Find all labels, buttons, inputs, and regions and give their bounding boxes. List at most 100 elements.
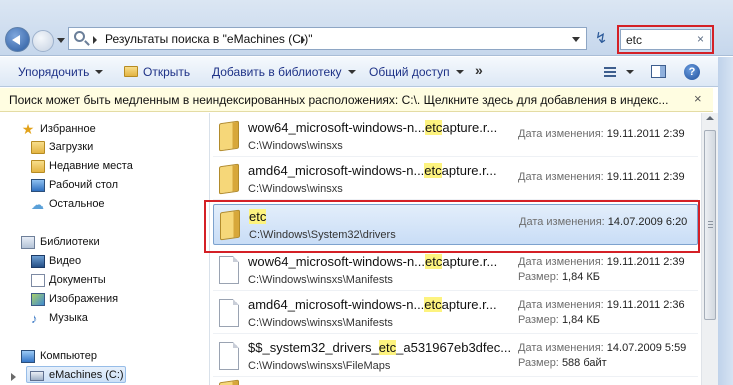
nav-computer-label: Компьютер — [40, 350, 97, 362]
desktop-icon — [31, 179, 45, 192]
result-name: $$_system32_drivers_etc_a531967eb3dfec..… — [248, 340, 512, 355]
result-path: C:\Windows\winsxs — [248, 140, 343, 152]
search-highlight-frame — [617, 25, 714, 54]
folder-open-icon — [124, 66, 138, 77]
breadcrumb[interactable]: Результаты поиска в "eMachines (C:)" — [105, 32, 313, 46]
result-path: C:\Windows\winsxs\FileMaps — [248, 360, 391, 372]
result-item[interactable]: wow64_microsoft-windows-n...etcapture.r.… — [213, 116, 698, 157]
nav-images-label: Изображения — [49, 293, 119, 305]
nav-libraries-label: Библиотеки — [40, 236, 100, 248]
open-label: Открыть — [143, 65, 191, 79]
nav-favorites[interactable]: ★ Избранное — [0, 121, 206, 138]
forward-button[interactable] — [32, 30, 54, 52]
result-size: Размер: 588 байт — [518, 357, 607, 369]
result-name: wow64_microsoft-windows-n...etcapture.r.… — [248, 120, 498, 135]
chevron-down-icon[interactable] — [626, 70, 634, 74]
result-size: Размер: 1,84 КБ — [518, 271, 601, 283]
scroll-up-icon[interactable] — [706, 116, 714, 120]
command-toolbar: Упорядочить Открыть Добавить в библиотек… — [0, 57, 733, 87]
chevron-down-icon — [347, 70, 356, 74]
nav-drive-c[interactable]: eMachines (C:) — [11, 366, 126, 383]
downloads-folder-icon — [31, 141, 45, 154]
nav-computer[interactable]: Компьютер — [0, 348, 206, 365]
video-library-icon — [31, 255, 45, 268]
back-button[interactable] — [5, 27, 30, 52]
folder-icon — [219, 120, 239, 152]
result-name: wow64_microsoft-windows-n...etcapture.r.… — [248, 254, 498, 269]
preview-pane-icon[interactable] — [651, 65, 666, 78]
share-button[interactable]: Общий доступ — [369, 65, 464, 79]
result-item[interactable]: wow64_microsoft-windows-n...etcapture.r.… — [213, 250, 698, 291]
chevron-right-icon[interactable] — [93, 36, 97, 44]
nav-downloads-label: Загрузки — [49, 141, 94, 153]
add-to-library-button[interactable]: Добавить в библиотеку — [212, 65, 356, 79]
scroll-thumb[interactable] — [704, 130, 716, 320]
add-to-library-label: Добавить в библиотеку — [212, 65, 342, 79]
result-date: Дата изменения: 19.11.2011 2:36 — [518, 299, 685, 311]
result-name: amd64_microsoft-windows-n...etcapture.r.… — [248, 163, 497, 178]
refresh-icon[interactable]: ↯ — [592, 30, 610, 48]
nav-recent-places[interactable]: Недавние места — [0, 158, 206, 175]
folder-icon — [219, 379, 239, 385]
organize-button[interactable]: Упорядочить — [18, 65, 104, 79]
result-size: Размер: 1,84 КБ — [518, 314, 601, 326]
search-icon — [74, 31, 85, 42]
nav-desktop[interactable]: Рабочий стол — [0, 177, 206, 194]
nav-other-label: Остальное — [49, 198, 105, 210]
chevron-down-icon — [95, 70, 104, 74]
navigation-pane: ★ Избранное Загрузки Недавние места Рабо… — [0, 113, 209, 385]
recent-pages-dropdown[interactable] — [57, 38, 65, 43]
cloud-icon: ☁ — [31, 197, 44, 212]
chevron-right-icon[interactable] — [301, 36, 305, 44]
window-frame — [718, 57, 733, 385]
pictures-icon — [31, 293, 45, 306]
help-icon[interactable]: ? — [684, 64, 700, 80]
nav-libraries[interactable]: Библиотеки — [0, 234, 206, 251]
recent-places-icon — [31, 160, 45, 173]
nav-video[interactable]: Видео — [0, 253, 206, 270]
vertical-scrollbar[interactable] — [701, 113, 718, 385]
result-date: Дата изменения: 19.11.2011 2:39 — [518, 256, 685, 268]
nav-music-label: Музыка — [49, 312, 88, 324]
music-icon: ♪ — [31, 311, 38, 326]
nav-documents-label: Документы — [49, 274, 106, 286]
file-icon — [219, 256, 239, 284]
expand-arrow-icon[interactable] — [11, 373, 16, 381]
result-date: Дата изменения: 14.07.2009 5:59 — [518, 342, 687, 354]
info-bar-text[interactable]: Поиск может быть медленным в неиндексиро… — [9, 93, 668, 107]
nav-documents[interactable]: Документы — [0, 272, 206, 289]
organize-label: Упорядочить — [18, 65, 90, 79]
address-path-box[interactable]: Результаты поиска в "eMachines (C:)" — [68, 27, 587, 50]
nav-music[interactable]: ♪ Музыка — [0, 310, 206, 327]
open-button[interactable]: Открыть — [124, 65, 190, 79]
chevron-down-icon[interactable] — [572, 37, 580, 42]
result-date: Дата изменения: 19.11.2011 2:39 — [518, 128, 685, 140]
nav-recent-label: Недавние места — [49, 160, 133, 172]
grip-icon — [708, 221, 713, 228]
result-item[interactable] — [213, 379, 698, 385]
folder-icon — [219, 163, 239, 195]
result-path: C:\Windows\winsxs\Manifests — [248, 317, 393, 329]
result-item[interactable]: amd64_microsoft-windows-n...etcapture.r.… — [213, 293, 698, 334]
result-item[interactable]: amd64_microsoft-windows-n...etcapture.r.… — [213, 159, 698, 200]
result-date: Дата изменения: 19.11.2011 2:39 — [518, 171, 685, 183]
result-path: C:\Windows\winsxs — [248, 183, 343, 195]
address-bar: Результаты поиска в "eMachines (C:)" ↯ e… — [0, 0, 733, 56]
nav-images[interactable]: Изображения — [0, 291, 206, 308]
file-icon — [219, 299, 239, 327]
computer-icon — [21, 350, 35, 363]
nav-downloads[interactable]: Загрузки — [0, 139, 206, 156]
more-commands-button[interactable]: » — [475, 62, 483, 78]
index-info-bar[interactable]: Поиск может быть медленным в неиндексиро… — [0, 88, 713, 112]
close-icon[interactable]: × — [694, 91, 702, 106]
result-item[interactable]: $$_system32_drivers_etc_a531967eb3dfec..… — [213, 336, 698, 377]
nav-other[interactable]: ☁ Остальное — [0, 196, 206, 213]
star-icon: ★ — [21, 121, 35, 137]
change-view-icon[interactable] — [604, 67, 616, 78]
result-path: C:\Windows\winsxs\Manifests — [248, 274, 393, 286]
nav-favorites-label: Избранное — [40, 123, 96, 135]
file-icon — [219, 342, 239, 370]
nav-desktop-label: Рабочий стол — [49, 179, 119, 191]
nav-drive-label: eMachines (C:) — [49, 369, 124, 381]
share-label: Общий доступ — [369, 65, 450, 79]
